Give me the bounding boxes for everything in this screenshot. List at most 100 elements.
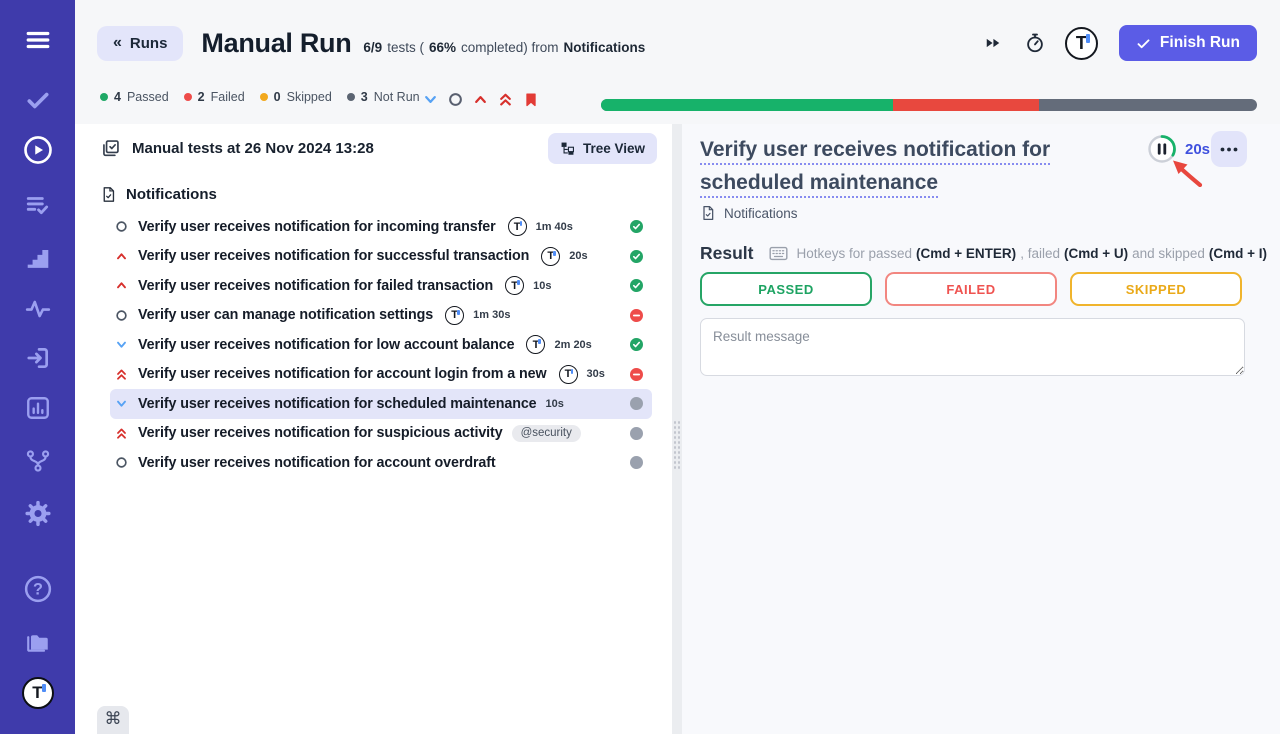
priority-low-icon bbox=[114, 338, 128, 352]
status-not-run-icon bbox=[630, 456, 643, 469]
status-failed-icon bbox=[630, 368, 643, 381]
app-window: ? « Runs Manual Run 6/9 tests ( 66% comp… bbox=[0, 0, 1280, 734]
not-run-dot bbox=[347, 93, 355, 101]
skipped-button[interactable]: SKIPPED bbox=[1070, 272, 1242, 306]
steps-icon[interactable] bbox=[25, 244, 51, 270]
drag-handle[interactable] bbox=[673, 420, 681, 470]
suite-header[interactable]: Notifications bbox=[75, 172, 672, 203]
command-key-icon: ⌘ bbox=[105, 709, 122, 728]
test-duration: 1m 40s bbox=[536, 221, 573, 233]
checklist-icon bbox=[100, 138, 121, 159]
keyboard-icon bbox=[769, 246, 788, 261]
back-to-runs-button[interactable]: « Runs bbox=[97, 26, 183, 61]
test-name[interactable]: Verify user receives notification for in… bbox=[138, 219, 496, 235]
double-chevron-left-icon: « bbox=[113, 34, 122, 52]
topbar: « Runs Manual Run 6/9 tests ( 66% comple… bbox=[75, 0, 1280, 86]
help-icon[interactable]: ? bbox=[23, 574, 53, 604]
test-name[interactable]: Verify user receives notification for su… bbox=[138, 248, 529, 264]
test-name[interactable]: Verify user can manage notification sett… bbox=[138, 307, 433, 323]
testomat-logo[interactable] bbox=[21, 676, 55, 710]
run-name[interactable]: Manual tests at 26 Nov 2024 13:28 bbox=[132, 140, 374, 157]
test-row-selected[interactable]: Verify user receives notification for sc… bbox=[110, 389, 652, 419]
filter-priority-low-icon[interactable] bbox=[423, 92, 438, 107]
status-passed-icon bbox=[630, 279, 643, 292]
passed-dot bbox=[100, 93, 108, 101]
test-name[interactable]: Verify user receives notification for su… bbox=[138, 425, 503, 441]
test-row[interactable]: Verify user can manage notification sett… bbox=[110, 301, 652, 331]
result-message-input[interactable] bbox=[700, 318, 1245, 376]
run-progress-bar bbox=[601, 99, 1257, 111]
test-duration: 10s bbox=[546, 398, 564, 410]
import-icon[interactable] bbox=[25, 345, 51, 371]
failed-button[interactable]: FAILED bbox=[885, 272, 1057, 306]
test-detail-panel: Verify user receives notification for sc… bbox=[682, 124, 1280, 734]
stat-not-run: 3Not Run bbox=[347, 90, 420, 104]
filter-priority-high-icon[interactable] bbox=[473, 92, 488, 107]
detail-breadcrumb[interactable]: Notifications bbox=[700, 205, 798, 221]
test-name[interactable]: Verify user receives notification for lo… bbox=[138, 337, 514, 353]
test-row[interactable]: Verify user receives notification for lo… bbox=[110, 330, 652, 360]
result-buttons: PASSED FAILED SKIPPED bbox=[700, 272, 1242, 306]
test-name[interactable]: Verify user receives notification for ac… bbox=[138, 455, 496, 471]
test-tag-badge[interactable]: @security bbox=[512, 425, 581, 442]
tests-check-icon[interactable] bbox=[25, 87, 51, 113]
suite-file-icon bbox=[100, 186, 117, 203]
finish-run-button[interactable]: Finish Run bbox=[1119, 25, 1257, 61]
status-passed-icon bbox=[630, 250, 643, 263]
menu-icon[interactable] bbox=[25, 27, 51, 53]
panel-resize-divider[interactable] bbox=[672, 124, 682, 734]
test-row[interactable]: Verify user receives notification for su… bbox=[110, 242, 652, 272]
report-logo-icon[interactable] bbox=[1065, 27, 1098, 60]
testomat-logo-icon bbox=[526, 335, 545, 354]
detail-title-text[interactable]: Verify user receives notification for sc… bbox=[700, 138, 1050, 194]
content: Manual tests at 26 Nov 2024 13:28 Tree V… bbox=[75, 124, 1280, 734]
fast-forward-icon[interactable] bbox=[981, 31, 1005, 55]
analytics-icon[interactable] bbox=[25, 395, 51, 421]
status-failed-icon bbox=[630, 309, 643, 322]
settings-gear-icon[interactable] bbox=[25, 500, 51, 526]
back-label: Runs bbox=[130, 35, 168, 52]
main-area: « Runs Manual Run 6/9 tests ( 66% comple… bbox=[75, 0, 1280, 734]
priority-low-icon bbox=[114, 397, 128, 411]
test-plans-icon[interactable] bbox=[25, 192, 51, 218]
stat-skipped: 0Skipped bbox=[260, 90, 332, 104]
testomat-logo-icon bbox=[505, 276, 524, 295]
status-passed-icon bbox=[630, 338, 643, 351]
filter-priority-normal-icon[interactable] bbox=[448, 92, 463, 107]
test-row[interactable]: Verify user receives notification for fa… bbox=[110, 271, 652, 301]
test-name[interactable]: Verify user receives notification for sc… bbox=[138, 396, 537, 412]
test-name[interactable]: Verify user receives notification for fa… bbox=[138, 278, 493, 294]
priority-high-icon bbox=[114, 249, 128, 263]
filter-priority-critical-icon[interactable] bbox=[498, 92, 513, 107]
more-options-button[interactable] bbox=[1211, 131, 1247, 167]
tree-view-button[interactable]: Tree View bbox=[548, 133, 657, 164]
tree-icon bbox=[560, 141, 575, 156]
stopwatch-icon[interactable] bbox=[1022, 30, 1048, 56]
passed-button[interactable]: PASSED bbox=[700, 272, 872, 306]
pause-timer-button[interactable] bbox=[1147, 134, 1177, 164]
test-row[interactable]: Verify user receives notification for ac… bbox=[110, 360, 652, 390]
hotkeys-shortcut-button[interactable]: ⌘ bbox=[97, 706, 129, 734]
ellipsis-icon bbox=[1220, 147, 1238, 152]
test-row[interactable]: Verify user receives notification for su… bbox=[110, 419, 652, 449]
projects-folder-icon[interactable] bbox=[25, 628, 51, 654]
result-section-header: Result Hotkeys for passed (Cmd + ENTER) … bbox=[700, 243, 1267, 264]
test-list: Verify user receives notification for in… bbox=[110, 212, 652, 478]
testomat-logo-icon bbox=[508, 217, 527, 236]
test-name[interactable]: Verify user receives notification for ac… bbox=[138, 366, 547, 382]
filter-bookmark-icon[interactable] bbox=[523, 91, 539, 108]
test-row[interactable]: Verify user receives notification for in… bbox=[110, 212, 652, 242]
elapsed-timer: 20s bbox=[1185, 141, 1210, 158]
test-row[interactable]: Verify user receives notification for ac… bbox=[110, 448, 652, 478]
status-not-run-icon bbox=[630, 397, 643, 410]
runs-play-icon[interactable] bbox=[23, 135, 53, 165]
test-list-panel: Manual tests at 26 Nov 2024 13:28 Tree V… bbox=[75, 124, 672, 734]
pulse-activity-icon[interactable] bbox=[25, 296, 51, 322]
branches-icon[interactable] bbox=[25, 448, 51, 474]
run-subtitle: 6/9 tests ( 66% completed) from Notifica… bbox=[363, 40, 645, 55]
statsbar: 4Passed 2Failed 0Skipped 3Not Run bbox=[75, 86, 1280, 124]
testomat-logo-icon bbox=[541, 247, 560, 266]
hotkeys-hint: Hotkeys for passed (Cmd + ENTER) , faile… bbox=[769, 246, 1267, 261]
priority-normal-icon bbox=[114, 456, 128, 470]
test-duration: 10s bbox=[533, 280, 551, 292]
